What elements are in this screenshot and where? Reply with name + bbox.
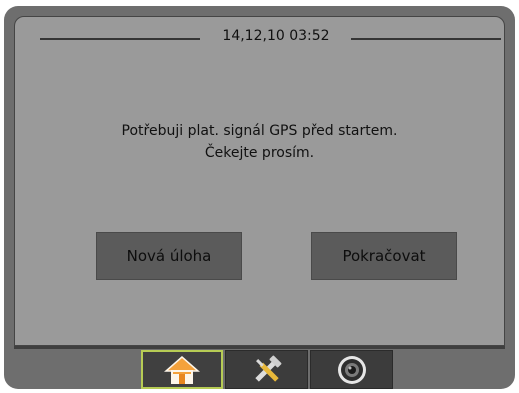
header-divider-right — [351, 38, 501, 40]
header-divider-left — [40, 38, 200, 40]
nav-separator — [14, 346, 505, 349]
home-icon — [164, 355, 200, 384]
tab-tools[interactable] — [225, 350, 308, 389]
new-task-button[interactable]: Nová úloha — [96, 232, 242, 280]
device-frame: 14,12,10 03:52 Potřebuji plat. signál GP… — [4, 6, 515, 389]
gps-wait-message: Potřebuji plat. signál GPS před startem.… — [15, 120, 504, 164]
datetime-label: 14,12,10 03:52 — [222, 28, 330, 44]
continue-button[interactable]: Pokračovat — [311, 232, 457, 280]
tab-camera[interactable] — [310, 350, 393, 389]
tab-home[interactable] — [141, 350, 223, 389]
message-line-2: Čekejte prosím. — [204, 145, 315, 161]
main-panel: 14,12,10 03:52 Potřebuji plat. signál GP… — [14, 16, 505, 346]
message-line-1: Potřebuji plat. signál GPS před startem. — [121, 123, 398, 139]
camera-icon — [337, 355, 366, 384]
tools-icon — [254, 355, 281, 382]
